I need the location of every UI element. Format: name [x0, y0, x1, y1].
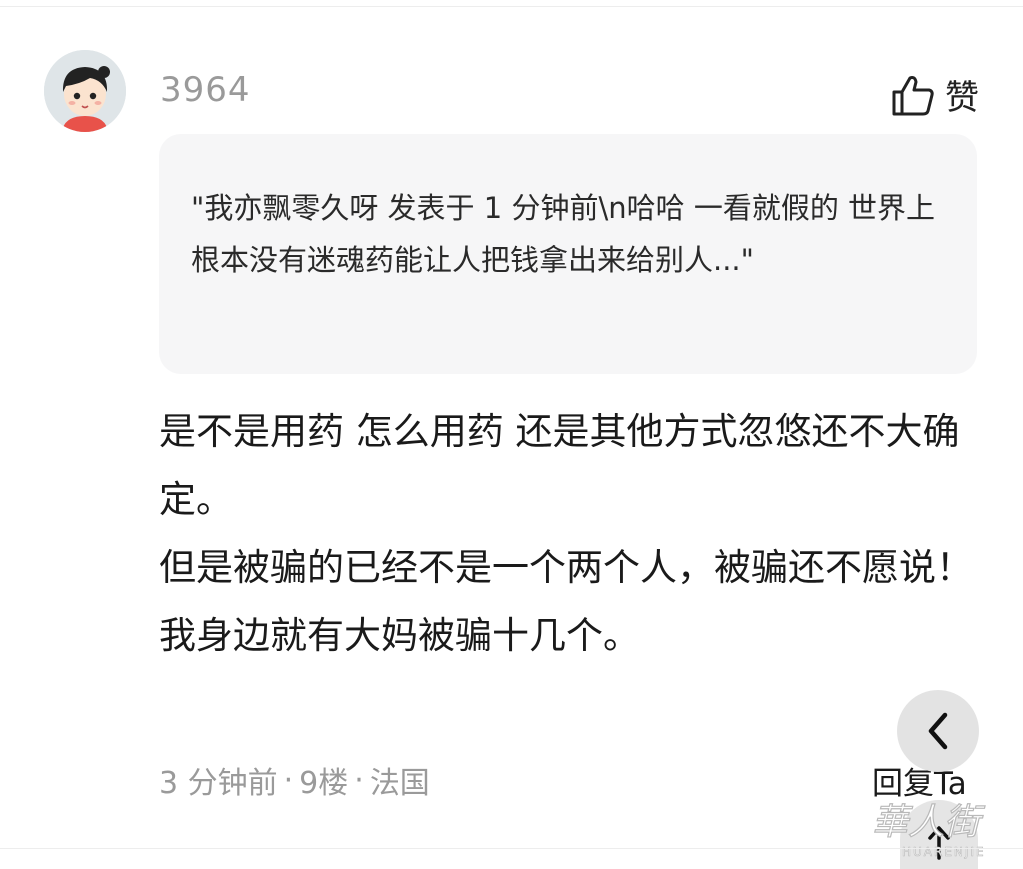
quoted-comment-text: "我亦飘零久呀 发表于 1 分钟前\n哈哈 一看就假的 世界上根本没有迷魂药能让…: [191, 191, 936, 277]
arrow-up-icon: [928, 826, 950, 860]
avatar[interactable]: [44, 50, 126, 132]
separator: ·: [283, 762, 294, 798]
like-button[interactable]: 赞: [891, 70, 979, 119]
scroll-top-button[interactable]: [900, 800, 978, 869]
comment-time: 3 分钟前: [159, 766, 278, 801]
thumbs-up-icon: [891, 74, 935, 116]
divider: [0, 6, 1023, 7]
comment-page: 3964 赞 "我亦飘零久呀 发表于 1 分钟前\n哈哈 一看就假的 世界上根本…: [0, 0, 1023, 869]
comment-floor: 9楼: [299, 766, 349, 801]
comment-body-line: 我身边就有大妈被骗十几个。: [159, 614, 640, 657]
username[interactable]: 3964: [160, 70, 251, 110]
comment-body-line: 但是被骗的已经不是一个两个人，被骗还不愿说！: [159, 546, 973, 589]
divider: [0, 848, 1023, 849]
quoted-comment[interactable]: "我亦飘零久呀 发表于 1 分钟前\n哈哈 一看就假的 世界上根本没有迷魂药能让…: [159, 134, 977, 374]
comment-location: 法国: [369, 766, 430, 801]
comment-body-line: 是不是用药 怎么用药 还是其他方式忽悠还不大确定。: [159, 410, 960, 521]
separator: ·: [354, 762, 364, 798]
like-label: 赞: [945, 78, 979, 118]
chevron-left-icon: [928, 712, 948, 750]
comment-meta: 3 分钟前 · 9楼 · 法国: [159, 758, 430, 802]
comment-body: 是不是用药 怎么用药 还是其他方式忽悠还不大确定。 但是被骗的已经不是一个两个人…: [159, 398, 979, 670]
back-button[interactable]: [897, 690, 979, 772]
cartoon-avatar-icon: [44, 50, 126, 132]
